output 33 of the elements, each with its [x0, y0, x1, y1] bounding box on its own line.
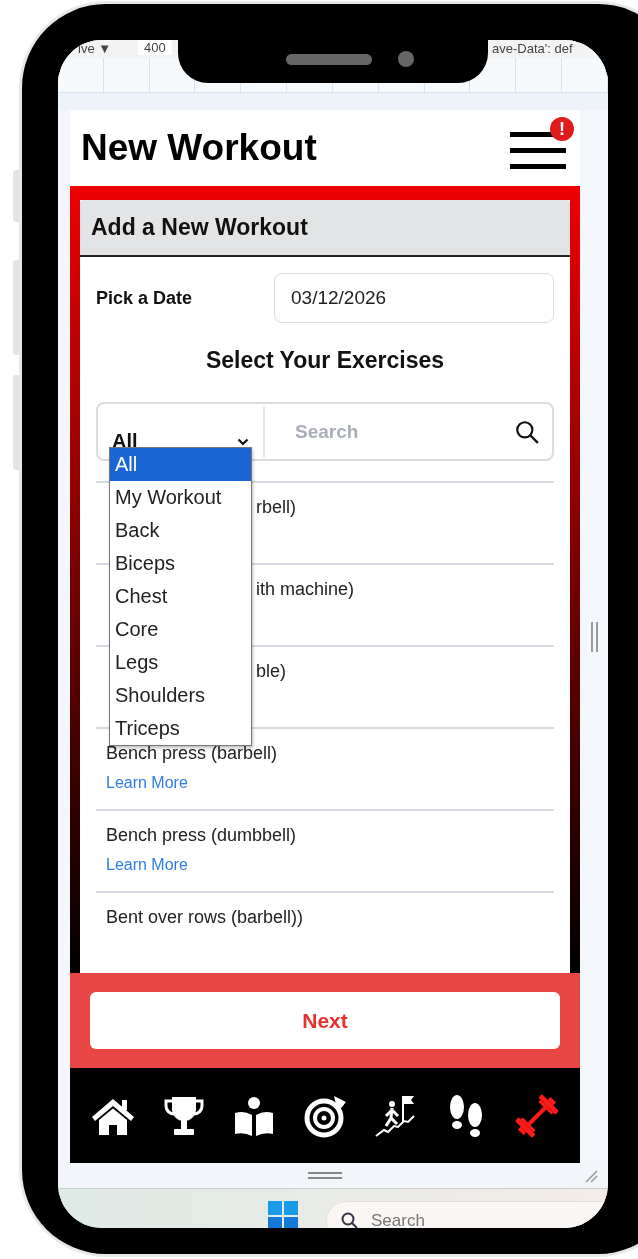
dropdown-option[interactable]: Legs: [110, 646, 251, 679]
drag-handle-icon[interactable]: [308, 1171, 342, 1181]
windows-logo-icon[interactable]: [268, 1201, 298, 1228]
exercise-name: ble): [256, 661, 286, 682]
exercise-name: Bench press (barbell): [106, 743, 278, 764]
date-field[interactable]: 03/12/2026: [274, 273, 554, 323]
section-title: Select Your Exercises: [204, 347, 446, 374]
search-icon[interactable]: [514, 418, 540, 445]
exercise-name: ith machine): [256, 579, 355, 600]
dropdown-option[interactable]: Core: [110, 613, 251, 646]
resize-corner-icon[interactable]: [584, 1169, 598, 1183]
search-icon: [340, 1211, 360, 1228]
exercise-name: rbell): [256, 497, 296, 518]
toolbar-text: ive ▼: [78, 41, 112, 56]
dropdown-option[interactable]: All: [110, 448, 251, 481]
dropdown-option[interactable]: Back: [110, 514, 251, 547]
card-title: Add a New Workout: [91, 214, 308, 241]
exercise-name: Bench press (dumbbell): [106, 825, 297, 846]
alert-badge: !: [550, 117, 574, 141]
learn-more-link[interactable]: Learn More: [106, 856, 544, 874]
zoom-field[interactable]: 400: [138, 40, 172, 55]
dropdown-option[interactable]: Chest: [110, 580, 251, 613]
toolbar-text: ave-Data': def: [492, 41, 573, 56]
dropdown-option[interactable]: My Workout: [110, 481, 251, 514]
next-button[interactable]: Next: [90, 992, 560, 1049]
date-label: Pick a Date: [96, 287, 193, 309]
dropdown-option[interactable]: Triceps: [110, 712, 251, 745]
learn-more-link[interactable]: Learn More: [106, 774, 544, 792]
dropdown-option[interactable]: Biceps: [110, 547, 251, 580]
exercise-name: Bent over rows (barbell)): [106, 907, 304, 928]
page-title: New Workout: [81, 127, 317, 169]
chevron-icon: [237, 437, 249, 446]
dropdown-option[interactable]: Shoulders: [110, 679, 251, 712]
